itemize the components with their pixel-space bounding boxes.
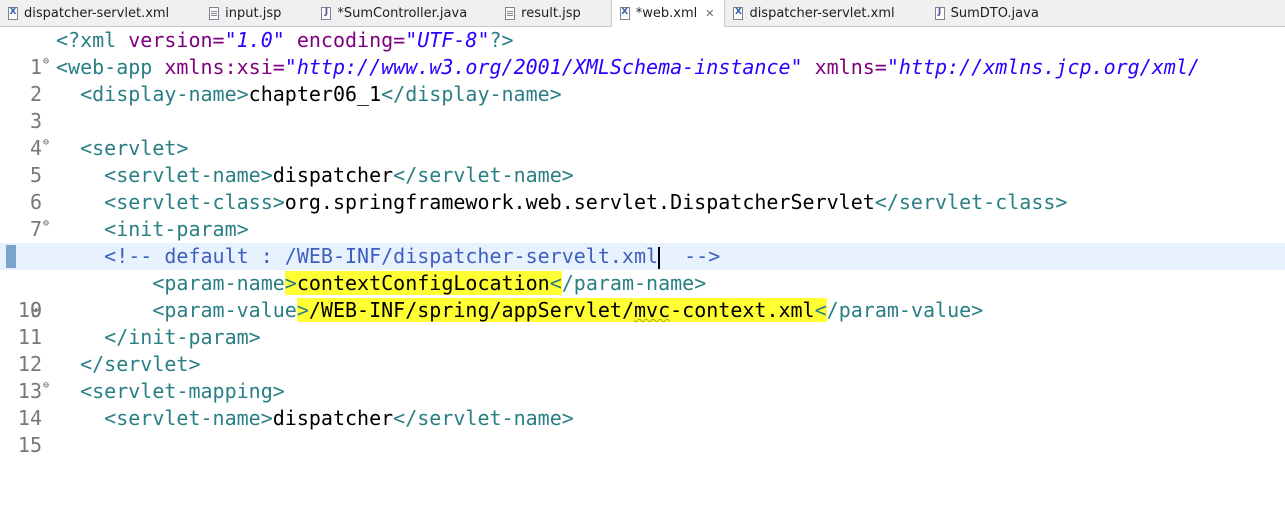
xml-declaration-end: ?> [489, 28, 514, 52]
tag: <servlet-name> [56, 163, 273, 187]
tab-sumcontroller-java[interactable]: *SumController.java [313, 0, 477, 26]
code-line: 15 <servlet-name>dispatcher</servlet-nam… [0, 405, 1285, 457]
tag: < [814, 298, 827, 322]
spelling-warning-text: mvc [633, 298, 671, 322]
fold-toggle-icon[interactable]: ⊖ [43, 372, 49, 399]
code-line: 3 <display-name>chapter06_1</display-nam… [0, 81, 1285, 133]
tab-sumdto-java[interactable]: SumDTO.java [927, 0, 1049, 26]
code-editor[interactable]: 1 <?xml version="1.0" encoding="UTF-8"?>… [0, 27, 1285, 457]
code-line: 10 <param-name>contextConfigLocation</pa… [0, 270, 1285, 322]
tag: </servlet-name> [393, 406, 574, 430]
tab-label: dispatcher-servlet.xml [749, 5, 895, 21]
tag: /param-name> [561, 271, 707, 295]
tab-label: result.jsp [521, 5, 581, 21]
java-file-icon [321, 6, 332, 20]
code-line: 14 ⊖ <servlet-mapping> [0, 378, 1285, 430]
tag: </servlet-class> [874, 190, 1068, 214]
tag: <web-app [56, 55, 165, 79]
jsp-file-icon [209, 6, 220, 20]
tag: <servlet-mapping> [56, 379, 285, 403]
text-content: chapter06_1 [248, 82, 382, 106]
tag: /param-value> [826, 298, 984, 322]
xml-file-icon [733, 6, 744, 20]
code-line: 1 <?xml version="1.0" encoding="UTF-8"?> [0, 27, 1285, 79]
tag: </servlet-name> [393, 163, 574, 187]
attribute-value: "UTF-8" [405, 28, 490, 52]
jsp-file-icon [505, 6, 516, 20]
tab-dispatcher-servlet-xml[interactable]: dispatcher-servlet.xml [0, 0, 179, 26]
code-line: 12 </init-param> [0, 324, 1285, 376]
tag: > [284, 271, 297, 295]
tag: </display-name> [381, 82, 562, 106]
fold-toggle-icon[interactable]: ⊖ [43, 129, 49, 156]
attribute-name: encoding= [284, 28, 406, 52]
code-line: 8⊖ <init-param> [0, 216, 1285, 268]
code-line: 2 ⊖ <web-app xmlns:xsi="http://www.w3.org… [0, 54, 1285, 106]
java-file-icon [934, 6, 945, 20]
change-marker [6, 245, 16, 268]
tag: <param-name [56, 271, 285, 295]
tab-label: SumDTO.java [950, 5, 1039, 21]
tab-web-xml[interactable]: *web.xml ✕ [610, 0, 726, 27]
text-content: dispatcher [272, 163, 394, 187]
code-line: 7 <servlet-class>org.springframework.web… [0, 189, 1285, 241]
attribute-value: "http://www.w3.org/2001/XMLSchema-instan… [284, 55, 803, 79]
fold-toggle-icon[interactable]: ⊖ [43, 48, 49, 75]
code-line: 4 [0, 108, 1285, 160]
text-content: org.springframework.web.servlet.Dispatch… [284, 190, 875, 214]
attribute-name: version= [128, 28, 225, 52]
text-content: dispatcher [272, 406, 394, 430]
attribute-value: "1.0" [224, 28, 285, 52]
code-line: 13 </servlet> [0, 351, 1285, 403]
tab-label: input.jsp [225, 5, 282, 21]
tag: <servlet-class> [56, 190, 285, 214]
highlighted-text: contextConfigLocation [296, 271, 550, 295]
editor-tab-bar: dispatcher-servlet.xml input.jsp *SumCon… [0, 0, 1285, 27]
current-code-line: 9 <!-- default : /WEB-INF/dispatcher-ser… [0, 243, 1285, 322]
code-line: 11 <param-value>/WEB-INF/spring/appServl… [0, 297, 1285, 349]
xml-file-icon [8, 6, 18, 20]
tag: < [549, 271, 562, 295]
tab-dispatcher-servlet-xml-2[interactable]: dispatcher-servlet.xml [725, 0, 904, 26]
tag: <servlet-name> [56, 406, 273, 430]
comment: <!-- default : /WEB-INF/dispatcher-serve… [56, 244, 659, 268]
code-line: 5 ⊖ <servlet> [0, 135, 1285, 187]
tag: </servlet> [56, 352, 201, 376]
tag: <display-name> [56, 82, 249, 106]
highlighted-text: -context.xml [670, 298, 815, 322]
tag: <servlet> [56, 136, 189, 160]
tab-label: dispatcher-servlet.xml [24, 5, 170, 21]
tag: > [296, 298, 309, 322]
comment: --> [660, 244, 721, 268]
attribute-name: xmlns:xsi= [164, 55, 285, 79]
tag: <param-value [56, 298, 297, 322]
xml-declaration: <?xml [56, 28, 129, 52]
tab-label: *SumController.java [337, 5, 468, 21]
code-line: 6 <servlet-name>dispatcher</servlet-name… [0, 162, 1285, 214]
tab-result-jsp[interactable]: result.jsp [497, 0, 591, 26]
tab-label: *web.xml [635, 5, 698, 21]
tag: </init-param> [56, 325, 261, 349]
line-number: 15 [17, 433, 42, 457]
tab-input-jsp[interactable]: input.jsp [201, 0, 291, 26]
attribute-value: "http://xmlns.jcp.org/xml/ [886, 55, 1200, 79]
tag: <init-param> [56, 217, 249, 241]
highlighted-text: /WEB-INF/spring/appServlet/ [308, 298, 634, 322]
attribute-name: xmlns= [802, 55, 887, 79]
xml-file-icon [619, 6, 630, 20]
fold-toggle-icon[interactable]: ⊖ [43, 210, 49, 237]
close-tab-icon[interactable]: ✕ [705, 7, 714, 20]
